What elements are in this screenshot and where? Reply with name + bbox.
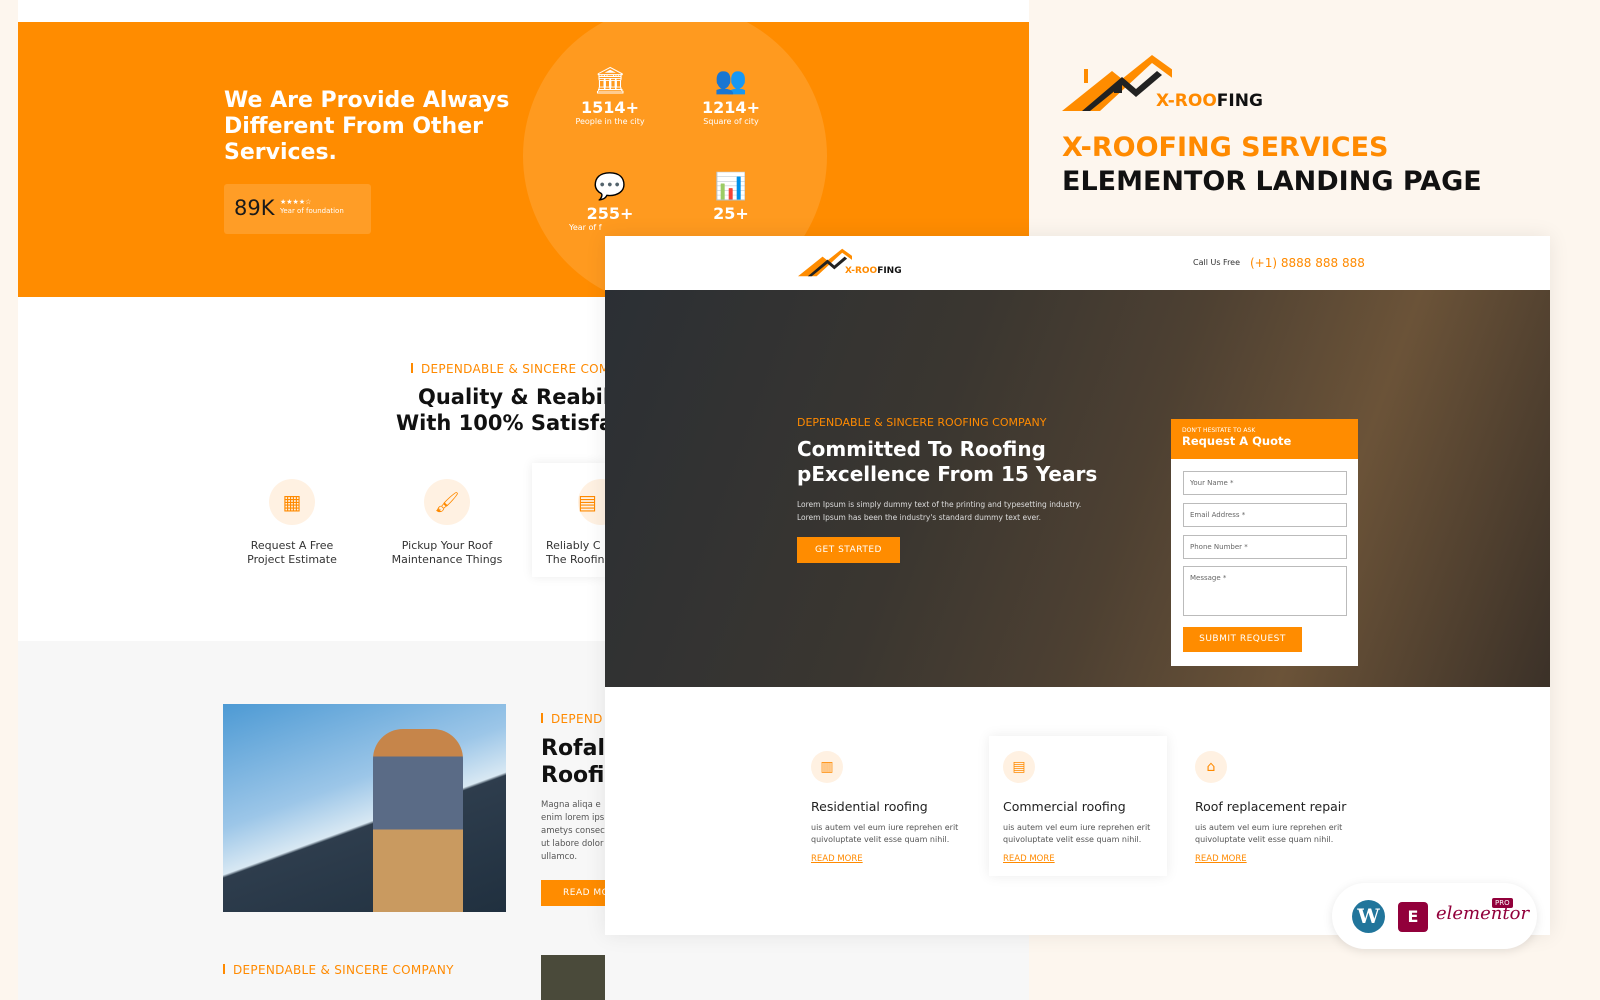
year-box: 89K ★★★★☆ Year of foundation xyxy=(224,184,371,234)
blueprint-icon: ▦ xyxy=(269,479,315,525)
photo xyxy=(541,955,605,1000)
promo-title-1: X-ROOFING SERVICES xyxy=(1062,132,1389,163)
hero-text: Lorem Ipsum is simply dummy text of the … xyxy=(797,500,1082,522)
submit-request-button[interactable]: SUBMIT REQUEST xyxy=(1183,627,1302,652)
phone-field[interactable]: Phone Number * xyxy=(1183,535,1347,559)
year-label: Year of foundation xyxy=(280,207,344,215)
elementor-icon: E xyxy=(1398,902,1428,932)
front-page-mockup: X-ROOFING Call Us Free (+1) 8888 888 888… xyxy=(605,236,1550,935)
stat-item: 📊 25+ xyxy=(676,170,786,223)
message-field[interactable]: Message * xyxy=(1183,566,1347,616)
hero-tagline: DEPENDABLE & SINCERE ROOFING COMPANY xyxy=(797,416,1047,429)
name-field[interactable]: Your Name * xyxy=(1183,471,1347,495)
quote-form: DON'T HESITATE TO ASK Request A Quote You… xyxy=(1171,419,1358,666)
wordpress-icon: W xyxy=(1352,900,1385,933)
stat-item: 🏛 1514+ People in the city xyxy=(555,64,665,126)
stars: ★★★★☆ xyxy=(280,198,312,206)
brand-logo: X-ROOFING xyxy=(1062,55,1263,117)
roof-panels-icon: ▥ xyxy=(811,751,843,783)
service-card: ⌂ Roof replacement repair uis autem vel eu… xyxy=(1195,751,1365,864)
read-more-link[interactable]: READ MORE xyxy=(1003,854,1173,864)
roof-logo-icon xyxy=(798,248,867,277)
band-title: We Are Provide Always Different From Oth… xyxy=(224,88,510,165)
get-started-button[interactable]: GET STARTED xyxy=(797,537,900,563)
hero-section: DEPENDABLE & SINCERE ROOFING COMPANY Com… xyxy=(605,290,1550,687)
chat-users-icon: 💬 xyxy=(593,172,627,202)
email-field[interactable]: Email Address * xyxy=(1183,503,1347,527)
stat-item: 💬 255+ Year of f xyxy=(555,170,665,232)
feature-item: 🖌 Pickup Your Roof Maintenance Things xyxy=(372,479,522,567)
building-icon: ▤ xyxy=(578,479,605,525)
section-tagline: DEPENDABLE & SINCERE COMP xyxy=(411,362,617,376)
phone-number[interactable]: (+1) 8888 888 888 xyxy=(1250,256,1365,270)
podium-icon: 📊 xyxy=(714,172,748,202)
promo-title-2: ELEMENTOR LANDING PAGE xyxy=(1062,166,1482,197)
paint-roller-icon: 🖌 xyxy=(424,479,470,525)
building-icon: 🏛 xyxy=(593,66,627,96)
roof-sheet-icon: ▤ xyxy=(1003,751,1035,783)
elementor-wordmark: elementor xyxy=(1436,903,1530,924)
read-more-button[interactable]: READ MO xyxy=(541,880,605,906)
header-logo[interactable]: X-ROOFING xyxy=(798,248,902,282)
feature-item: ▦ Request A Free Project Estimate xyxy=(217,479,367,567)
year-value: 89K xyxy=(234,196,275,220)
service-card: ▥ Residential roofing uis autem vel eum iu… xyxy=(811,751,981,864)
platform-badge: W E elementor PRO xyxy=(1332,883,1537,949)
read-more-link[interactable]: READ MORE xyxy=(1195,854,1365,864)
quality-title-1: Quality & Reabili xyxy=(418,385,605,409)
about-text: Magna aliqa e enim lorem ips ametys consec… xyxy=(541,800,605,862)
hero-title: Committed To Roofing pExcellence From 15 … xyxy=(797,437,1098,486)
house-repair-icon: ⌂ xyxy=(1195,751,1227,783)
roofer-photo xyxy=(223,704,506,912)
quality-title-2: With 100% Satisfac xyxy=(396,411,626,435)
call-label: Call Us Free xyxy=(1193,258,1241,267)
stat-item: 👥 1214+ Square of city xyxy=(676,64,786,126)
service-card: ▤ Commercial roofing uis autem vel eum iur… xyxy=(1003,751,1173,864)
pro-badge: PRO xyxy=(1492,898,1513,908)
feature-item: ▤ Reliably C The Roofin xyxy=(532,463,605,577)
meeting-icon: 👥 xyxy=(714,66,748,96)
read-more-link[interactable]: READ MORE xyxy=(811,854,981,864)
